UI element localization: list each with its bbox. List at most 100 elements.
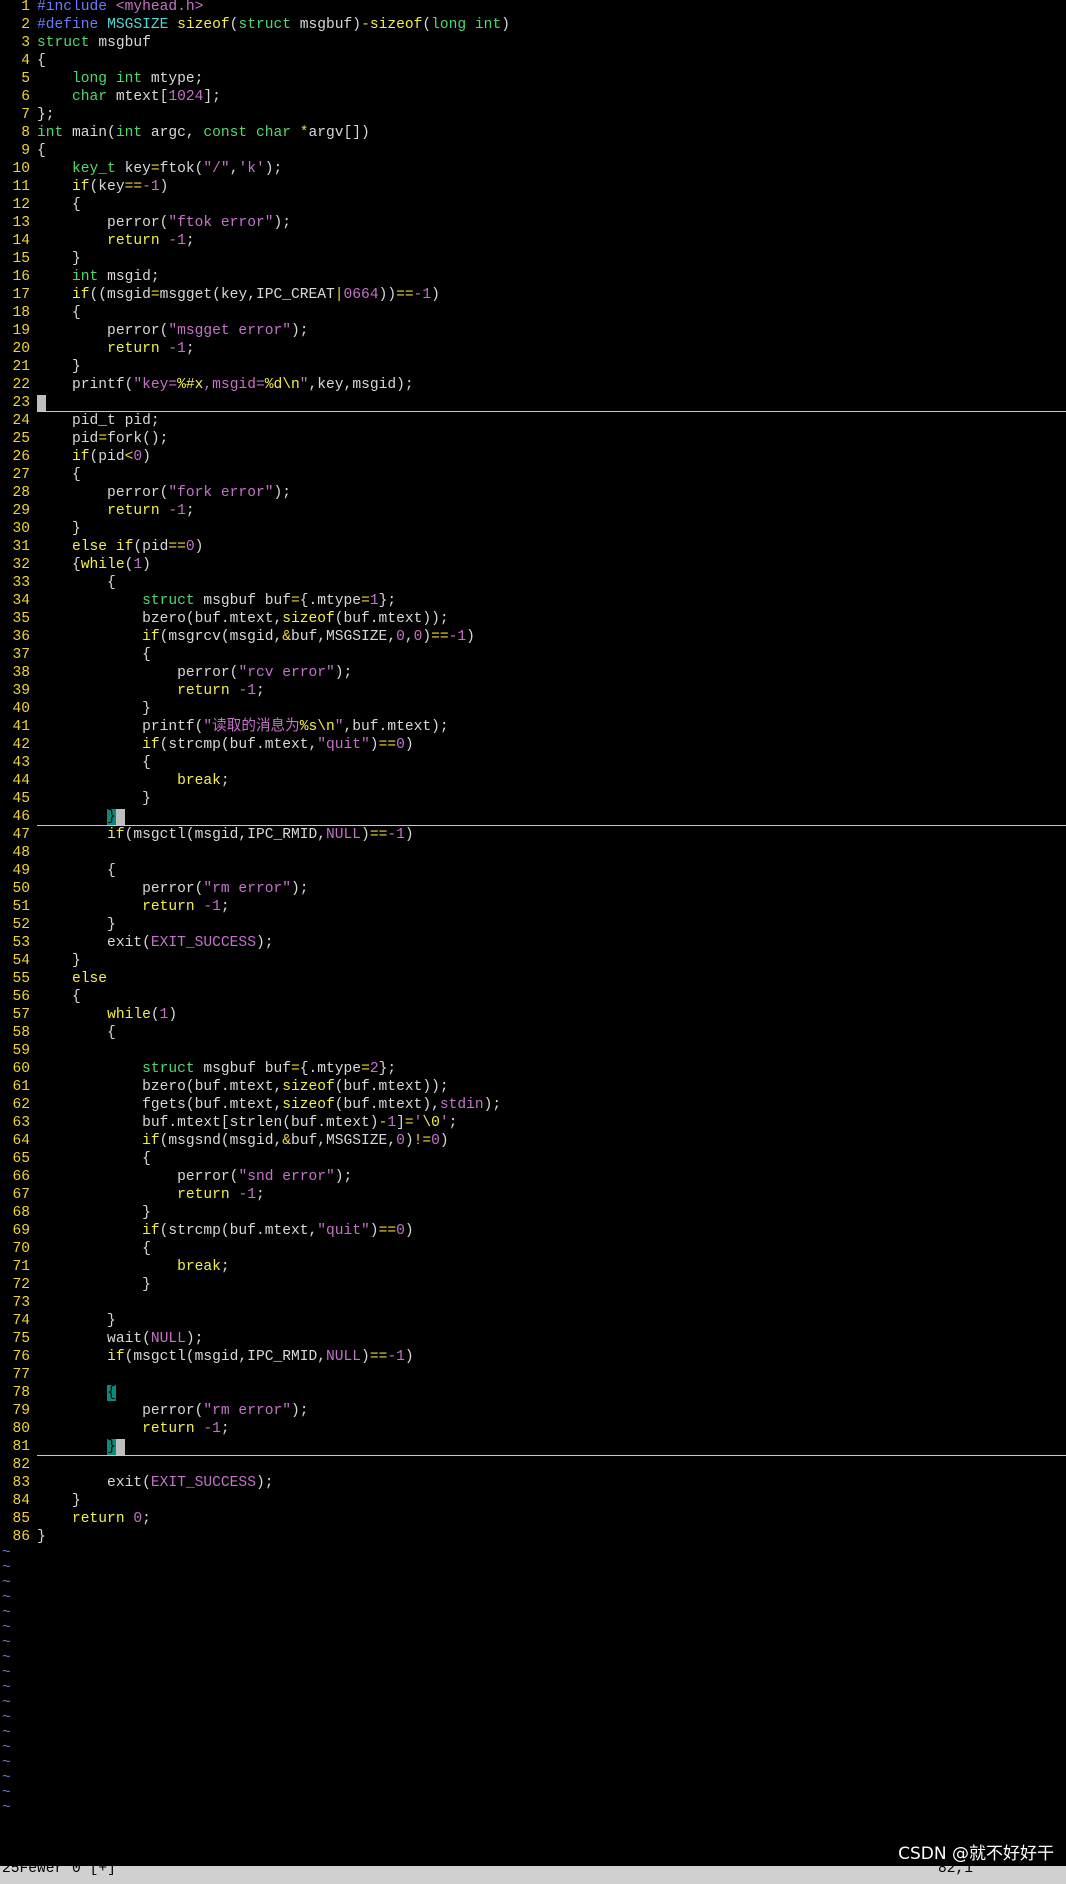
vim-editor[interactable]: 1 #include <myhead.h> 2 #define MSGSIZE siz… bbox=[0, 0, 1066, 1816]
code-line[interactable]: 9{ bbox=[0, 142, 1066, 160]
code-line[interactable]: 12 { bbox=[0, 196, 1066, 214]
code-line[interactable]: 58 { bbox=[0, 1024, 1066, 1042]
code-line[interactable]: 80 return -1; bbox=[0, 1420, 1066, 1438]
code-line[interactable]: 63 buf.mtext[strlen(buf.mtext)-1]='\0'; bbox=[0, 1114, 1066, 1132]
code-line[interactable]: 44 break; bbox=[0, 772, 1066, 790]
code-line[interactable]: 18 { bbox=[0, 304, 1066, 322]
code-line[interactable]: 57 while(1) bbox=[0, 1006, 1066, 1024]
code-line[interactable]: 15 } bbox=[0, 250, 1066, 268]
code-line[interactable]: 54 } bbox=[0, 952, 1066, 970]
code-line[interactable]: 17 if((msgid=msgget(key,IPC_CREAT|0664))… bbox=[0, 286, 1066, 304]
code-line[interactable]: 67 return -1; bbox=[0, 1186, 1066, 1204]
code-line[interactable]: 35 bzero(buf.mtext,sizeof(buf.mtext)); bbox=[0, 610, 1066, 628]
code-line[interactable]: 30 } bbox=[0, 520, 1066, 538]
code-line[interactable]: 25 pid=fork(); bbox=[0, 430, 1066, 448]
code-line[interactable]: 5 long int mtype; bbox=[0, 70, 1066, 88]
code-line[interactable]: 32 {while(1) bbox=[0, 556, 1066, 574]
line-number: 40 bbox=[12, 701, 30, 717]
code-line[interactable]: 37 { bbox=[0, 646, 1066, 664]
line-number: 84 bbox=[12, 1493, 30, 1509]
code-text: if(pid<0) bbox=[30, 448, 1066, 466]
code-line[interactable]: 27 { bbox=[0, 466, 1066, 484]
code-line[interactable]: 77 bbox=[0, 1366, 1066, 1384]
code-line[interactable]: 36 if(msgrcv(msgid,&buf,MSGSIZE,0,0)==-1… bbox=[0, 628, 1066, 646]
code-line[interactable]: 85 return 0; bbox=[0, 1510, 1066, 1528]
code-line[interactable]: 1 #include <myhead.h> bbox=[0, 0, 1066, 16]
code-line[interactable]: 78 { bbox=[0, 1384, 1066, 1402]
code-line[interactable]: 76 if(msgctl(msgid,IPC_RMID,NULL)==-1) bbox=[0, 1348, 1066, 1366]
code-line[interactable]: 74 } bbox=[0, 1312, 1066, 1330]
code-line[interactable]: 6 char mtext[1024]; bbox=[0, 88, 1066, 106]
code-line[interactable]: 50 perror("rm error"); bbox=[0, 880, 1066, 898]
code-token: if bbox=[142, 1133, 160, 1149]
code-line[interactable]: 56 { bbox=[0, 988, 1066, 1006]
code-line[interactable]: 3 struct msgbuf bbox=[0, 34, 1066, 52]
line-number: 11 bbox=[12, 179, 30, 195]
code-line[interactable]: 8 int main(int argc, const char *argv[]) bbox=[0, 124, 1066, 142]
code-token: == bbox=[431, 629, 449, 645]
code-line[interactable]: 26 if(pid<0) bbox=[0, 448, 1066, 466]
code-line[interactable]: 49 { bbox=[0, 862, 1066, 880]
code-line[interactable]: 19 perror("msgget error"); bbox=[0, 322, 1066, 340]
code-line[interactable]: 61 bzero(buf.mtext,sizeof(buf.mtext)); bbox=[0, 1078, 1066, 1096]
line-number: 66 bbox=[12, 1169, 30, 1185]
code-line[interactable]: 55 else bbox=[0, 970, 1066, 988]
code-line[interactable]: 34 struct msgbuf buf={.mtype=1}; bbox=[0, 592, 1066, 610]
code-line[interactable]: 75 wait(NULL); bbox=[0, 1330, 1066, 1348]
code-line[interactable]: 71 break; bbox=[0, 1258, 1066, 1276]
code-line[interactable]: 79 perror("rm error"); bbox=[0, 1402, 1066, 1420]
line-number: 19 bbox=[12, 323, 30, 339]
code-token: { bbox=[37, 143, 46, 159]
code-line[interactable]: 82 bbox=[0, 1456, 1066, 1474]
code-line[interactable]: 39 return -1; bbox=[0, 682, 1066, 700]
code-line[interactable]: 43 { bbox=[0, 754, 1066, 772]
code-line[interactable]: 11 if(key==-1) bbox=[0, 178, 1066, 196]
code-line[interactable]: 81 } bbox=[0, 1438, 1066, 1456]
code-line[interactable]: 14 return -1; bbox=[0, 232, 1066, 250]
code-line[interactable]: 70 { bbox=[0, 1240, 1066, 1258]
code-line[interactable]: 42 if(strcmp(buf.mtext,"quit")==0) bbox=[0, 736, 1066, 754]
code-line[interactable]: 47 if(msgctl(msgid,IPC_RMID,NULL)==-1) bbox=[0, 826, 1066, 844]
code-line[interactable]: 51 return -1; bbox=[0, 898, 1066, 916]
code-line[interactable]: 40 } bbox=[0, 700, 1066, 718]
code-line[interactable]: 20 return -1; bbox=[0, 340, 1066, 358]
code-line[interactable]: 23 bbox=[0, 394, 1066, 412]
code-line[interactable]: 83 exit(EXIT_SUCCESS); bbox=[0, 1474, 1066, 1492]
code-token: perror( bbox=[37, 881, 204, 897]
code-line[interactable]: 84 } bbox=[0, 1492, 1066, 1510]
code-line[interactable]: 73 bbox=[0, 1294, 1066, 1312]
code-line[interactable]: 86} bbox=[0, 1528, 1066, 1546]
code-line[interactable]: 16 int msgid; bbox=[0, 268, 1066, 286]
code-line[interactable]: 41 printf("读取的消息为%s\n",buf.mtext); bbox=[0, 718, 1066, 736]
code-line[interactable]: 46 } bbox=[0, 808, 1066, 826]
code-line[interactable]: 45 } bbox=[0, 790, 1066, 808]
code-line[interactable]: 31 else if(pid==0) bbox=[0, 538, 1066, 556]
code-line[interactable]: 29 return -1; bbox=[0, 502, 1066, 520]
code-line[interactable]: 52 } bbox=[0, 916, 1066, 934]
code-line[interactable]: 10 key_t key=ftok("/",'k'); bbox=[0, 160, 1066, 178]
code-line[interactable]: 13 perror("ftok error"); bbox=[0, 214, 1066, 232]
code-line[interactable]: 65 { bbox=[0, 1150, 1066, 1168]
code-line[interactable]: 4{ bbox=[0, 52, 1066, 70]
code-line[interactable]: 2 #define MSGSIZE sizeof(struct msgbuf)-s… bbox=[0, 16, 1066, 34]
code-line[interactable]: 66 perror("snd error"); bbox=[0, 1168, 1066, 1186]
code-line[interactable]: 64 if(msgsnd(msgid,&buf,MSGSIZE,0)!=0) bbox=[0, 1132, 1066, 1150]
code-token: key bbox=[124, 161, 151, 177]
code-line[interactable]: 48 bbox=[0, 844, 1066, 862]
code-line[interactable]: 62 fgets(buf.mtext,sizeof(buf.mtext),std… bbox=[0, 1096, 1066, 1114]
code-line[interactable]: 59 bbox=[0, 1042, 1066, 1060]
code-line[interactable]: 72 } bbox=[0, 1276, 1066, 1294]
code-line[interactable]: 68 } bbox=[0, 1204, 1066, 1222]
code-line[interactable]: 38 perror("rcv error"); bbox=[0, 664, 1066, 682]
code-token: return bbox=[177, 1187, 239, 1203]
code-line[interactable]: 69 if(strcmp(buf.mtext,"quit")==0) bbox=[0, 1222, 1066, 1240]
code-line[interactable]: 28 perror("fork error"); bbox=[0, 484, 1066, 502]
code-line[interactable]: 24 pid_t pid; bbox=[0, 412, 1066, 430]
code-line[interactable]: 33 { bbox=[0, 574, 1066, 592]
code-line[interactable]: 7}; bbox=[0, 106, 1066, 124]
code-line[interactable]: 53 exit(EXIT_SUCCESS); bbox=[0, 934, 1066, 952]
code-line[interactable]: 22 printf("key=%#x,msgid=%d\n",key,msgid… bbox=[0, 376, 1066, 394]
code-line[interactable]: 21 } bbox=[0, 358, 1066, 376]
code-line[interactable]: 60 struct msgbuf buf={.mtype=2}; bbox=[0, 1060, 1066, 1078]
